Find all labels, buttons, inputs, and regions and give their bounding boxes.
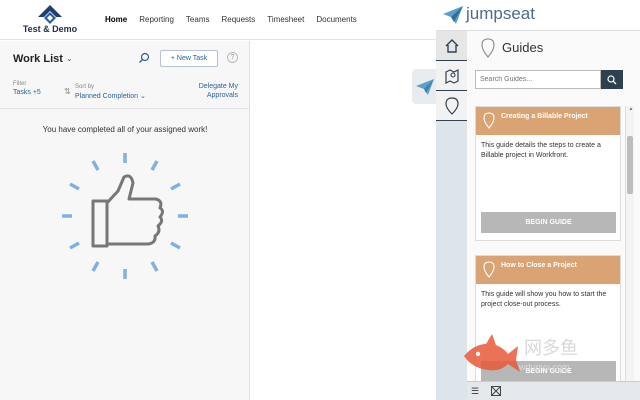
sort-label: Sort by (75, 84, 95, 90)
nav-requests[interactable]: Requests (221, 15, 255, 24)
guides-scrollbar[interactable]: ▲ (625, 106, 634, 381)
guide-card-header: How to Close a Project (476, 256, 620, 284)
delegate-approvals-link[interactable]: Delegate My Approvals (188, 82, 238, 100)
search-icon[interactable] (138, 52, 150, 64)
help-icon[interactable]: ? (227, 52, 238, 63)
sort-icon: ⇅ (64, 87, 71, 96)
jumpseat-header: jumpseat (436, 0, 640, 31)
chevron-down-icon[interactable]: ⌄ (66, 54, 73, 63)
map-icon (444, 68, 459, 84)
sidebar-item-home[interactable] (436, 31, 467, 60)
nav-teams[interactable]: Teams (186, 15, 210, 24)
search-icon (607, 74, 617, 84)
search-guides-button[interactable] (601, 70, 623, 89)
home-icon (445, 38, 458, 53)
guides-title: Guides (502, 40, 544, 55)
jumpseat-brand: jumpseat (466, 4, 535, 23)
filter-dropdown[interactable]: Tasks +5 (13, 89, 43, 97)
nav-home[interactable]: Home (105, 15, 127, 24)
nav-timesheet[interactable]: Timesheet (267, 15, 304, 24)
sidebar-item-guides[interactable] (436, 91, 467, 120)
guide-card-header: Creating a Billable Project (476, 107, 620, 135)
jumpseat-footer: ☰ (467, 381, 640, 400)
watermark-subtext: wduoyu.com (519, 362, 570, 372)
logo-icon (38, 5, 62, 24)
new-task-button[interactable]: + New Task (160, 50, 218, 67)
guide-card-description: This guide details the steps to create a… (481, 142, 601, 159)
guide-card-title: Creating a Billable Project (501, 113, 588, 120)
search-guides-input[interactable] (475, 70, 601, 89)
jumpseat-logo-icon (443, 6, 463, 24)
watermark-text: 网多鱼 (524, 338, 578, 359)
sort-dropdown[interactable]: Planned Completion ⌄ (75, 92, 146, 100)
app-header: Test & Demo Home Reporting Teams Request… (0, 0, 436, 40)
guides-pin-icon (481, 38, 495, 58)
guides-content: Guides ▲ Creating a Billable Project Thi… (467, 31, 640, 381)
logo-text: Test & Demo (22, 24, 78, 34)
nav-documents[interactable]: Documents (316, 15, 356, 24)
begin-guide-button[interactable]: BEGIN GUIDE (481, 212, 616, 233)
pin-icon (444, 96, 459, 115)
menu-icon[interactable]: ☰ (471, 386, 479, 397)
nav-reporting[interactable]: Reporting (139, 15, 174, 24)
work-list-title[interactable]: Work List (13, 53, 63, 65)
scrollbar-thumb[interactable] (627, 136, 633, 194)
filter-label: Filter (13, 81, 27, 87)
company-logo[interactable]: Test & Demo (18, 4, 82, 36)
scroll-up-icon[interactable]: ▲ (627, 106, 635, 112)
paper-plane-icon (416, 79, 434, 95)
main-nav: Home Reporting Teams Requests Timesheet … (105, 15, 369, 24)
pin-icon (483, 112, 495, 129)
completed-message: You have completed all of your assigned … (42, 125, 208, 134)
sidebar-item-map[interactable] (436, 61, 467, 90)
thumbs-up-icon (62, 153, 188, 279)
work-list-panel: Work List ⌄ + New Task ? Filter Tasks +5… (0, 41, 250, 400)
divider (0, 108, 250, 109)
jumpseat-dock-tab[interactable] (412, 69, 436, 104)
close-box-icon[interactable] (491, 386, 501, 396)
guide-card-description: This guide will show you how to start th… (481, 291, 607, 308)
pin-icon (483, 261, 495, 278)
guide-card[interactable]: Creating a Billable Project This guide d… (475, 106, 621, 241)
guide-card-title: How to Close a Project (501, 262, 577, 269)
sort-value-text: Planned Completion (75, 93, 139, 100)
